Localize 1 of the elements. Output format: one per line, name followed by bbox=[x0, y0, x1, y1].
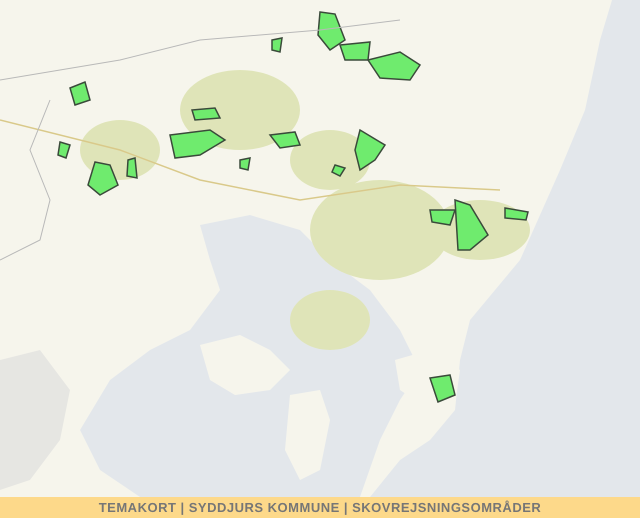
footer-title: TEMAKORT | SYDDJURS KOMMUNE | SKOVREJSNINGSOMRÅDER bbox=[98, 498, 542, 517]
